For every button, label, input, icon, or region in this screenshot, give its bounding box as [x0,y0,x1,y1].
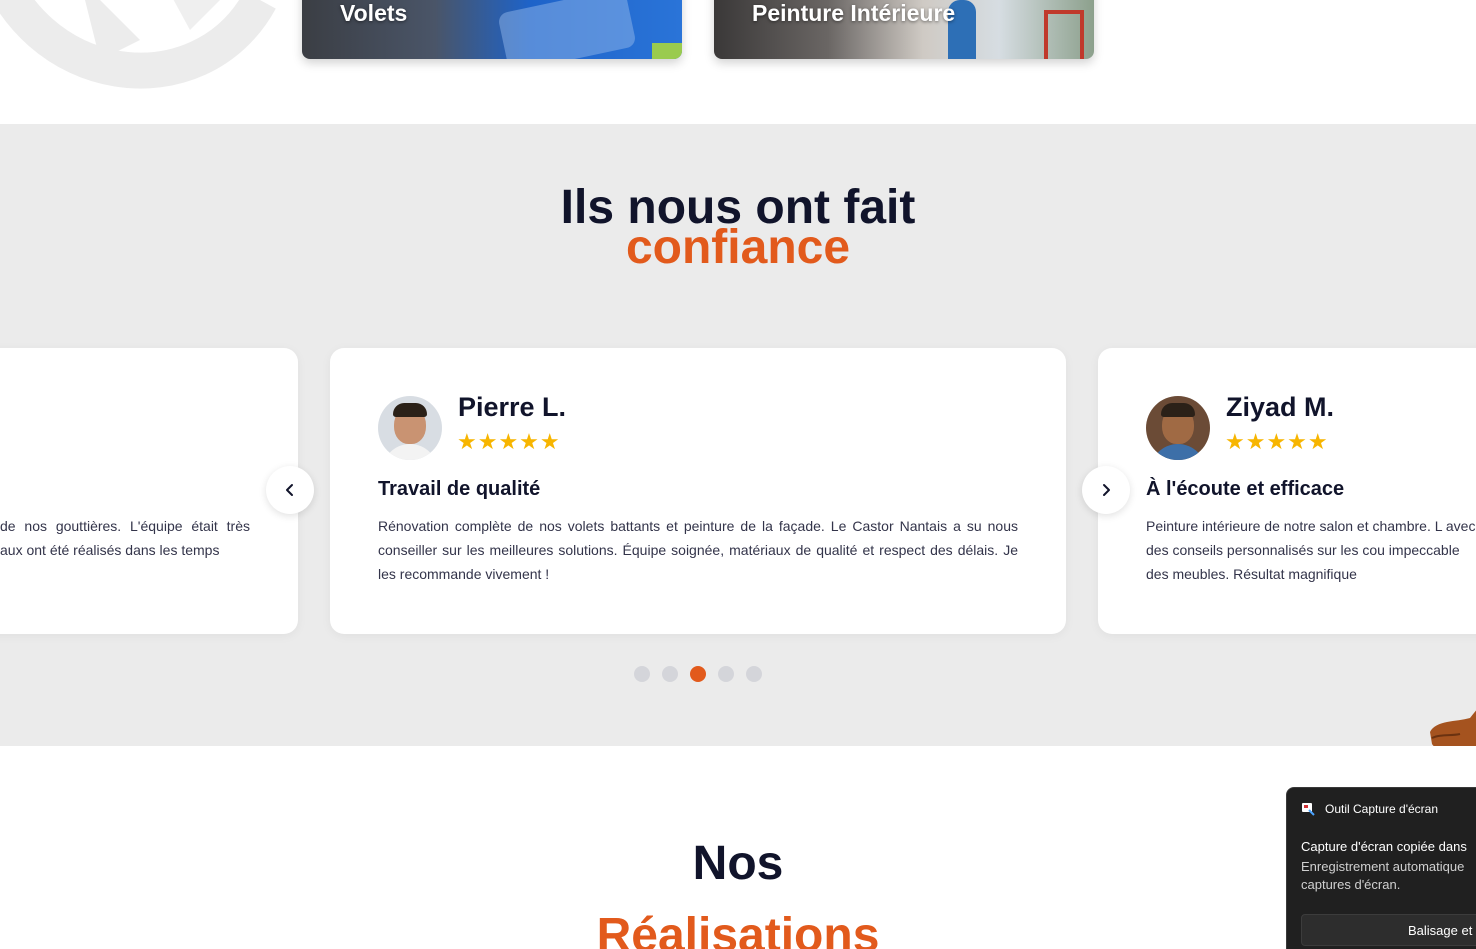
carousel-dots [634,666,762,682]
testimonial-card-previous[interactable]: de nos gouttières. L'équipe était très a… [0,348,298,634]
carousel-dot-3[interactable] [690,666,706,682]
avatar [1146,396,1210,460]
star-rating-icon: ★★★★★ [457,430,561,455]
testimonial-card-active[interactable]: Pierre L. ★★★★★ Travail de qualité Rénov… [330,348,1066,634]
chevron-right-icon [1103,484,1110,496]
chevron-left-icon [286,484,293,496]
heading-orange-part: Réalisations [596,909,880,949]
carousel-dot-5[interactable] [746,666,762,682]
services-strip: Volets Peinture Intérieure [0,0,1476,124]
realisations-section: Nos Réalisations [0,746,1476,949]
service-photo-volets [497,0,637,59]
service-photo-accent [652,43,682,59]
service-card-peinture-interieure[interactable]: Peinture Intérieure [714,0,1094,59]
testimonials-section: Ils nous ont fait confiance de nos goutt… [0,124,1476,746]
avatar [378,396,442,460]
testimonial-text: Rénovation complète de nos volets battan… [378,518,1018,582]
notification-heading: Capture d'écran copiée dans [1301,839,1467,854]
snipping-tool-icon [1302,803,1315,816]
carousel-dot-4[interactable] [718,666,734,682]
avatar-hair [1161,403,1195,417]
notification-line: captures d'écran. [1301,877,1401,892]
carousel-dot-1[interactable] [634,666,650,682]
review-title: Travail de qualité [378,478,541,500]
service-photo-ladder [1044,10,1084,59]
reviewer-name: Ziyad M. [1226,392,1335,422]
testimonials-heading: Ils nous ont fait confiance [0,184,1476,274]
avatar-shirt [1150,444,1206,460]
heading-orange-part: confiance [625,221,851,274]
testimonial-text: Peinture intérieure de notre salon et ch… [1146,518,1476,582]
notification-app-name: Outil Capture d'écran [1325,802,1439,816]
testimonial-text: de nos gouttières. L'équipe était très a… [0,518,250,558]
service-card-label: Volets [340,0,408,26]
heading-dark-part: Nos [692,837,784,890]
avatar-shirt [382,444,438,460]
logo-watermark-icon [0,0,276,89]
avatar-hair [393,403,427,417]
markup-button[interactable]: Balisage et [1301,914,1476,946]
service-card-volets[interactable]: Volets [302,0,682,59]
testimonial-card-next[interactable]: Ziyad M. ★★★★★ À l'écoute et efficace Pe… [1098,348,1476,634]
service-card-label: Peinture Intérieure [752,0,956,26]
mascot-hand-icon [1430,710,1476,746]
carousel-dot-2[interactable] [662,666,678,682]
review-title: À l'écoute et efficace [1146,478,1345,500]
snipping-tool-notification[interactable]: Outil Capture d'écran Capture d'écran co… [1286,787,1476,949]
carousel-next-button[interactable] [1082,466,1130,514]
notification-line: Enregistrement automatique [1301,859,1465,874]
carousel-prev-button[interactable] [266,466,314,514]
star-rating-icon: ★★★★★ [1225,430,1329,455]
reviewer-name: Pierre L. [458,392,567,422]
